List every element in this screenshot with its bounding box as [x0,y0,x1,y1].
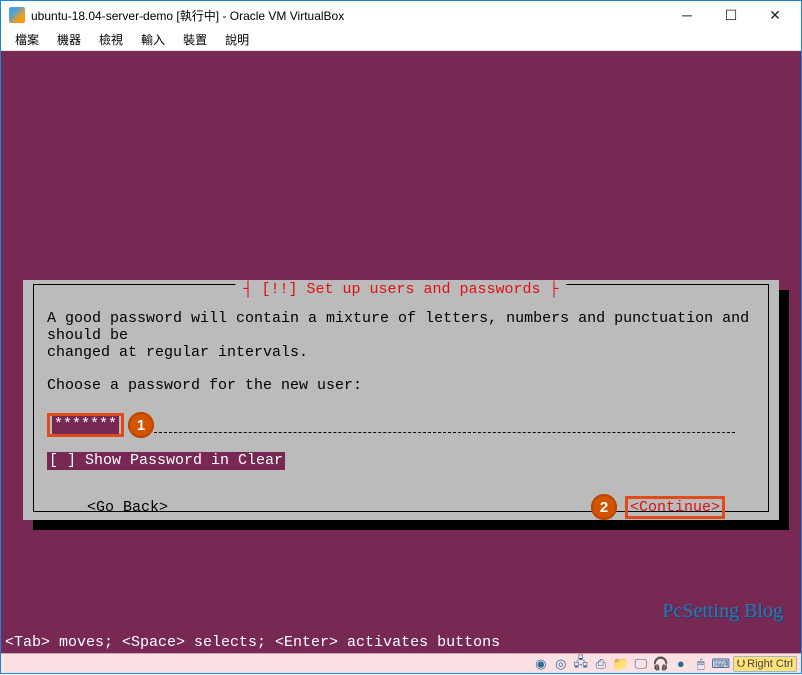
maximize-button[interactable]: ☐ [709,2,753,28]
guest-screen[interactable]: ┤ [!!] Set up users and passwords ├ A go… [1,51,801,653]
go-back-button[interactable]: <Go Back> [87,499,168,516]
annotation-badge-2: 2 [591,494,617,520]
annotation-box-1: ******* [47,413,124,437]
statusbar: ◉ ◎ 🖧 ⎙ 📁 🖵 🎧 ● 🖱 ⌨ ⮋ Right Ctrl [1,653,801,673]
audio-icon[interactable]: 🎧 [653,656,669,672]
keyboard-icon[interactable]: ⌨ [713,656,729,672]
host-key-indicator[interactable]: ⮋ Right Ctrl [733,656,797,672]
mouse-integration-icon[interactable]: 🖱 [693,656,709,672]
close-button[interactable]: ✕ [753,2,797,28]
shared-folder-icon[interactable]: 📁 [613,656,629,672]
annotation-box-2: <Continue> [625,496,725,519]
password-input[interactable]: ******* [52,416,119,434]
titlebar: ubuntu-18.04-server-demo [執行中] - Oracle … [1,1,801,29]
dialog-text-line2: changed at regular intervals. [47,344,755,361]
dialog-text-line1: A good password will contain a mixture o… [47,310,755,344]
password-field-line[interactable] [154,416,755,434]
installer-dialog: ┤ [!!] Set up users and passwords ├ A go… [23,280,779,520]
hdd-icon[interactable]: ◉ [533,656,549,672]
menu-input[interactable]: 輸入 [141,31,165,48]
continue-button[interactable]: <Continue> [630,499,720,516]
network-icon[interactable]: 🖧 [573,656,589,672]
show-password-checkbox[interactable]: [ ] Show Password in Clear [47,452,285,470]
dialog-prompt: Choose a password for the new user: [47,377,755,394]
display-icon[interactable]: 🖵 [633,656,649,672]
menu-devices[interactable]: 裝置 [183,31,207,48]
menu-help[interactable]: 說明 [225,31,249,48]
annotation-badge-1: 1 [128,412,154,438]
menu-file[interactable]: 檔案 [15,31,39,48]
recording-icon[interactable]: ● [673,656,689,672]
window-title: ubuntu-18.04-server-demo [執行中] - Oracle … [31,7,665,24]
watermark: PcSetting Blog [662,600,783,623]
usb-icon[interactable]: ⎙ [593,656,609,672]
key-hints: <Tab> moves; <Space> selects; <Enter> ac… [5,634,500,651]
virtualbox-icon [9,7,25,23]
host-key-arrow-icon: ⮋ [737,657,745,671]
menu-machine[interactable]: 機器 [57,31,81,48]
host-key-label: Right Ctrl [747,657,793,671]
menu-view[interactable]: 檢視 [99,31,123,48]
optical-icon[interactable]: ◎ [553,656,569,672]
menubar: 檔案 機器 檢視 輸入 裝置 說明 [1,29,801,51]
virtualbox-window: ubuntu-18.04-server-demo [執行中] - Oracle … [0,0,802,674]
minimize-button[interactable]: ─ [665,2,709,28]
